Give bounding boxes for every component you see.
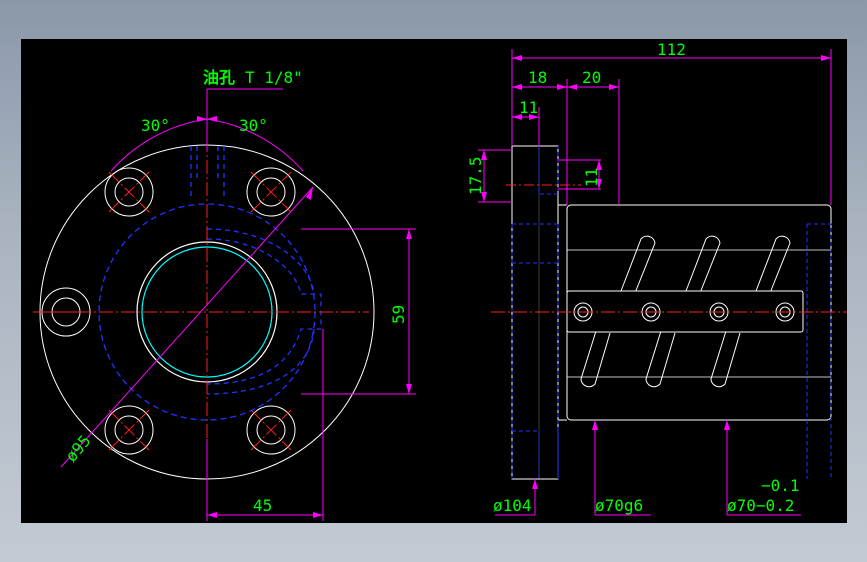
dim-17-5-label: 17.5 <box>466 156 485 195</box>
oil-hole-label-cn: 油孔 <box>203 68 235 87</box>
dim-112-label: 112 <box>657 40 686 59</box>
bolt-hole-group <box>41 167 296 455</box>
labels: 油孔 T 1/8" 30° 30° 59 45 ø95 112 18 20 11… <box>62 40 800 515</box>
dim-phi70-tol-label: ø70−0.2 <box>727 496 794 515</box>
oil-hole-label-spec: T 1/8" <box>245 68 303 87</box>
cad-viewport[interactable]: 油孔 T 1/8" 30° 30° 59 45 ø95 112 18 20 11… <box>21 39 847 523</box>
front-dimensions <box>60 88 416 521</box>
drawing-svg: 油孔 T 1/8" 30° 30° 59 45 ø95 112 18 20 11… <box>33 40 847 521</box>
side-view <box>478 49 847 516</box>
dim-20-label: 20 <box>582 68 601 87</box>
dim-phi70g6-label: ø70g6 <box>595 496 643 515</box>
angle-left-label: 30° <box>141 116 170 135</box>
dim-11-top-label: 11 <box>519 98 538 117</box>
dim-59-label: 59 <box>389 305 408 324</box>
dim-11-side-label: 11 <box>582 168 601 187</box>
dim-phi104-label: ø104 <box>493 496 532 515</box>
angle-right-label: 30° <box>239 116 268 135</box>
dim-45-label: 45 <box>253 496 272 515</box>
dim-tol-label: −0.1 <box>761 476 800 495</box>
dim-18-label: 18 <box>528 68 547 87</box>
front-view <box>33 88 416 521</box>
